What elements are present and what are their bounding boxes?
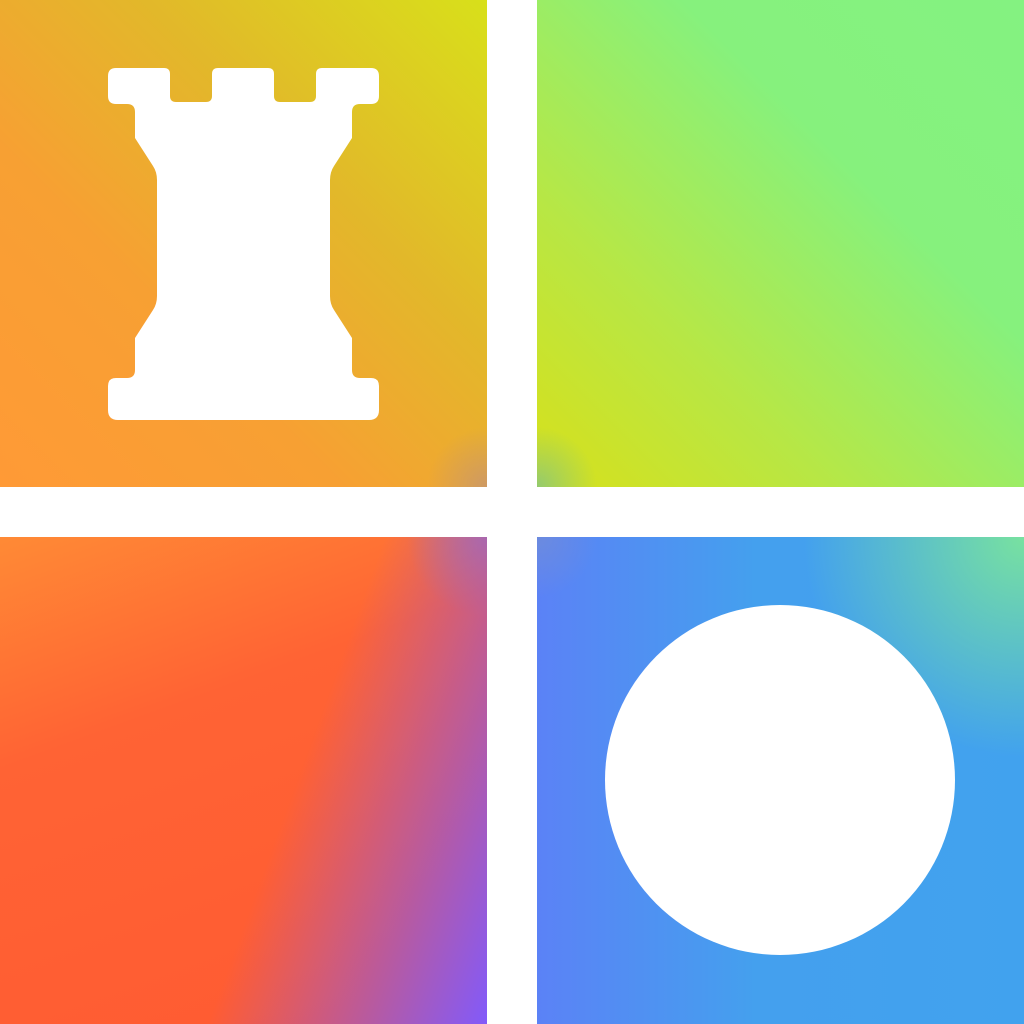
tile-bottom-right [537, 537, 1024, 1024]
tile-top-right [537, 0, 1024, 487]
circle-icon [605, 605, 955, 955]
tile-bottom-left [0, 537, 487, 1024]
rook-icon [108, 68, 379, 420]
tile-top-left [0, 0, 487, 487]
